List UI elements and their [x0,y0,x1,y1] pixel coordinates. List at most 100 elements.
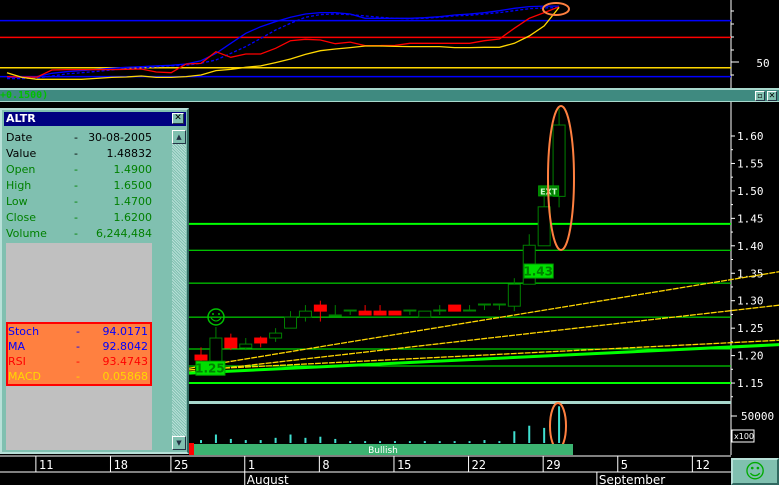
row-ma: MA - 92.8042 [8,339,150,354]
indicator-tick-label: 50 [756,57,769,70]
month-label: August [247,473,289,485]
price-chart-area [189,102,731,402]
date-label: 8 [322,458,329,472]
price-tick-label: 1.55 [737,157,764,170]
row-label: Date [6,131,33,144]
row-dash: - [74,147,78,160]
price-tick-label: 1.60 [737,130,764,143]
date-label: 15 [397,458,411,472]
scroll-down-icon[interactable]: ▼ [172,436,186,450]
close-icon[interactable]: ✕ [172,113,184,124]
row-label: Low [6,195,28,208]
candle-body [448,304,462,312]
volume-bar [200,440,202,443]
candle-body [254,337,268,344]
volume-bar [289,434,292,443]
row-value: 93.4743 [102,355,149,368]
row-dash: - [74,195,78,208]
panel-divider [189,401,731,404]
row-rsi: RSI - 93.4743 [8,354,150,369]
row-stoch: Stoch - 94.0171 [8,324,150,339]
signal-bar-label: Bullish [368,446,398,456]
close-chart-button[interactable]: ✕ [767,91,777,101]
volume-unit-label: x100 [734,432,754,441]
price-tick-label: 1.15 [737,377,764,390]
row-label: MA [8,340,26,353]
price-tick-label: 1.45 [737,212,764,225]
highlight-ellipse [542,2,570,16]
restore-button[interactable]: ▫ [755,91,765,101]
candle-body [298,310,312,318]
info-panel: ALTR ✕ Date -30-08-2005 Value -1.48832 Open -… [0,108,189,454]
row-label: Stoch [8,325,40,338]
volume-bar [438,441,441,443]
candle-body [388,310,402,316]
row-volume: Volume - 6,244,484 [6,226,154,242]
volume-bar [214,434,217,443]
row-dash: - [76,355,80,368]
volume-bar [259,440,262,443]
volume-bar [379,441,382,443]
row-dash: - [74,163,78,176]
row-value: 94.0171 [102,325,149,338]
row-value: 1.6200 [113,211,153,224]
candle-body [403,309,417,312]
quote-rows: Date -30-08-2005 Value -1.48832 Open -1.4900 H… [6,130,154,242]
scrollbar[interactable]: ▲ ▼ [172,130,186,450]
date-label: 29 [546,458,560,472]
volume-bar [498,441,501,443]
date-label: 22 [472,458,486,472]
volume-bar [334,438,337,443]
row-open: Open - 1.4900 [6,162,154,178]
row-dash: - [74,211,78,224]
indicator-series-line [6,6,560,78]
row-value: 6,244,484 [96,227,152,240]
date-label: 11 [39,458,53,472]
row-low: Low - 1.4700 [6,194,154,210]
row-value: Value - 1.48832 [6,146,154,162]
price-tick-label: 1.20 [737,350,764,363]
volume-tick-label: 50000 [741,410,774,423]
price-tick-label: 1.40 [737,240,764,253]
price-label-text: 1.25 [195,362,225,376]
date-label: 18 [113,458,127,472]
row-value: 1.4700 [113,195,153,208]
volume-bar [349,441,352,443]
candle-body [477,303,491,306]
candle-body [433,309,447,312]
volume-bar [558,406,561,443]
row-value: 30-08-2005 [88,131,152,144]
candle-body [284,316,298,329]
volume-bar [423,441,426,443]
volume-bar [244,440,247,443]
smiley-eye [218,313,220,315]
candle-body [358,310,372,316]
row-value: 1.48832 [106,147,153,160]
row-label: Open [6,163,36,176]
row-label: High [6,179,32,192]
row-label: RSI [8,355,26,368]
volume-bar [453,441,456,443]
row-high: High - 1.6500 [6,178,154,194]
candle-body [537,206,551,247]
candle-body [224,337,238,349]
strip-text: +0.1500) [0,90,49,101]
row-value: 0.05868 [102,370,149,383]
date-label: 5 [621,458,628,472]
row-label: MACD [8,370,41,383]
highlight-ellipse [549,402,567,450]
date-label: 12 [695,458,709,472]
volume-bar [543,427,546,443]
row-dash: - [74,227,78,240]
row-macd: MACD - 0.05868 [8,369,150,384]
row-label: Volume [6,227,47,240]
volume-bar [468,441,471,443]
volume-bar [528,425,531,443]
smiley-button[interactable]: ☺ [731,458,779,485]
signal-marker [189,443,194,455]
row-dash: - [74,131,78,144]
price-tick-label: 1.35 [737,267,764,280]
scroll-up-icon[interactable]: ▲ [172,130,186,144]
candle-body [507,283,521,307]
price-tick-label: 1.50 [737,185,764,198]
